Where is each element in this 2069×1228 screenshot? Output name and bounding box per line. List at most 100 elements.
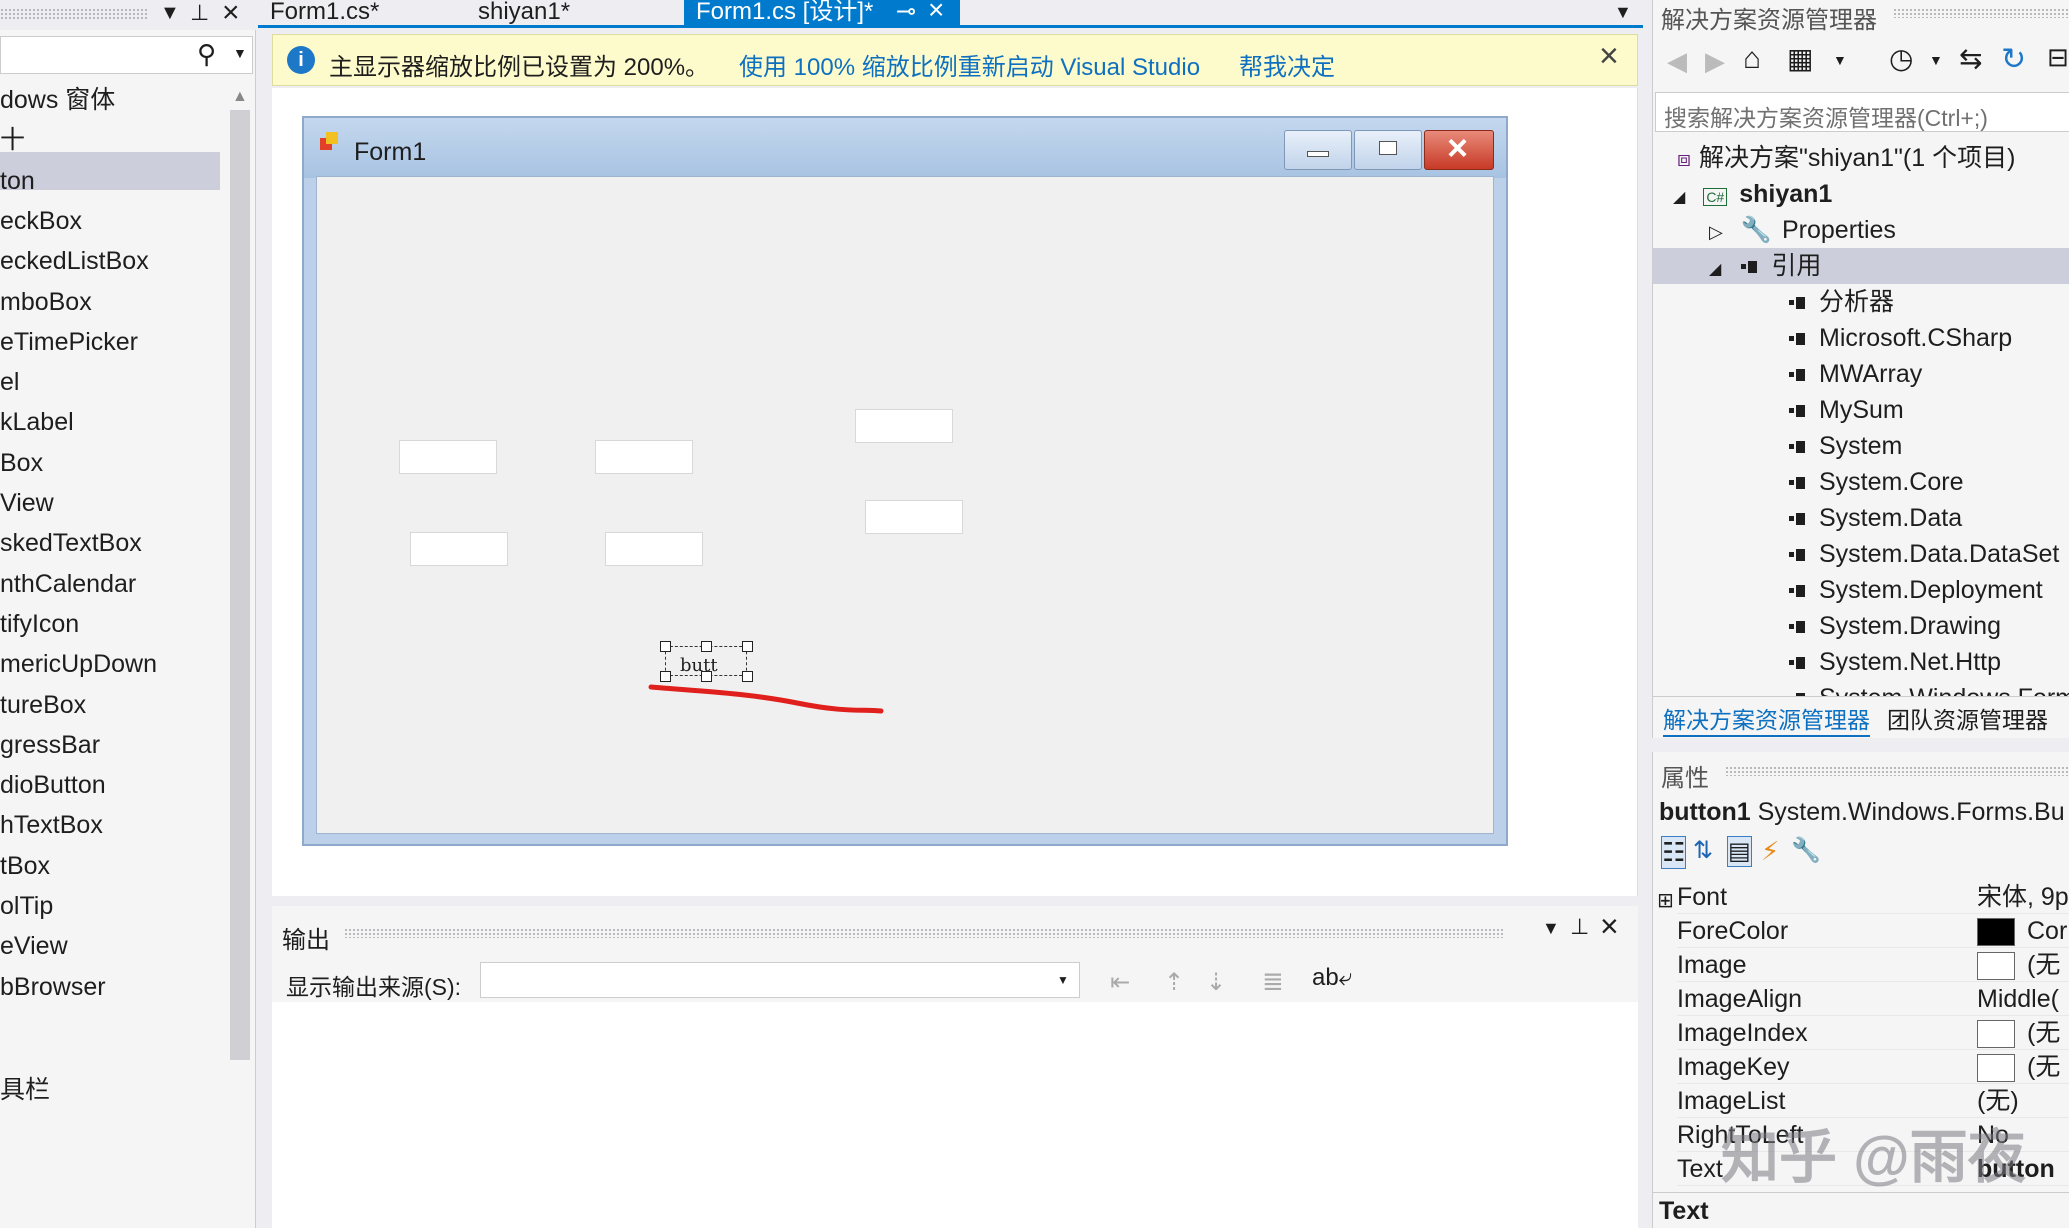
property-row[interactable]: ForeColor Cor	[1677, 914, 2069, 948]
resize-handle[interactable]	[701, 641, 712, 652]
help-decide-link[interactable]: 帮我决定	[1239, 47, 1335, 82]
textbox-6[interactable]	[865, 500, 963, 534]
close-window-button[interactable]: ×	[1424, 127, 1494, 170]
expand-plus-icon[interactable]: ⊞	[1657, 888, 1674, 913]
toolbox-item[interactable]: mboBox	[0, 284, 92, 320]
word-wrap-icon[interactable]: ab⤶	[1312, 964, 1352, 992]
toolbox-item[interactable]: tureBox	[0, 687, 86, 723]
solution-search-input[interactable]: 搜索解决方案资源管理器(Ctrl+;)	[1655, 92, 2069, 132]
clear-all-icon[interactable]: ≣	[1262, 966, 1284, 997]
close-icon[interactable]: ×	[1600, 908, 1619, 945]
resize-handle[interactable]	[660, 641, 671, 652]
toolbox-item[interactable]: View	[0, 485, 54, 521]
pin-icon[interactable]: ⊥	[1570, 914, 1589, 940]
toolbox-item[interactable]: 十	[0, 122, 25, 158]
tab-overflow-icon[interactable]: ▼	[1614, 2, 1632, 23]
textbox-2[interactable]	[595, 440, 693, 474]
close-icon[interactable]: ×	[928, 0, 944, 24]
tree-project[interactable]: ◢ C# shiyan1	[1673, 176, 1832, 212]
toolbox-item[interactable]: el	[0, 364, 19, 400]
pin-icon[interactable]: ⊸	[896, 0, 916, 24]
toolbox-item[interactable]: hTextBox	[0, 807, 103, 843]
sync-icon[interactable]: ⇆	[1959, 42, 1982, 75]
property-value[interactable]: 宋体, 9p	[1977, 880, 2069, 914]
textbox-5[interactable]	[605, 532, 703, 566]
tree-reference-item[interactable]: System.Data	[1789, 500, 1962, 536]
dropdown-arrow-icon[interactable]: ▼	[160, 2, 180, 25]
form-client-area[interactable]: butt	[316, 176, 1494, 834]
tab-form1-designer[interactable]: Form1.cs [设计]* ⊸ ×	[684, 0, 960, 27]
events-icon[interactable]: ⚡	[1761, 836, 1779, 867]
refresh-icon[interactable]: ↻	[2001, 42, 2026, 77]
toolbox-item[interactable]: nthCalendar	[0, 566, 136, 602]
toolbox-item[interactable]: ton	[0, 163, 35, 199]
tree-reference-item[interactable]: System.Net.Http	[1789, 644, 2001, 680]
resize-handle[interactable]	[742, 641, 753, 652]
chevron-down-icon[interactable]: ▼	[233, 45, 247, 61]
property-row[interactable]: ImageIndex (无	[1677, 1016, 2069, 1050]
textbox-3[interactable]	[855, 409, 953, 443]
property-value[interactable]: Cor	[1977, 914, 2067, 948]
form-window[interactable]: Form1 × butt	[302, 116, 1508, 846]
tree-reference-item[interactable]: MySum	[1789, 392, 1904, 428]
tree-reference-item[interactable]: System	[1789, 428, 1902, 464]
toolbox-item[interactable]: tifyIcon	[0, 606, 79, 642]
toolbox-item[interactable]: eckedListBox	[0, 243, 149, 279]
properties-object-selector[interactable]: button1 System.Windows.Forms.Bu	[1659, 798, 2065, 827]
toolbox-item[interactable]: dioButton	[0, 767, 106, 803]
toolbox-item[interactable]: eckBox	[0, 203, 82, 239]
toolbox-item[interactable]: bBrowser	[0, 969, 106, 1005]
tree-solution[interactable]: ⧈ 解决方案"shiyan1"(1 个项目)	[1677, 140, 2015, 176]
property-value[interactable]: (无	[1977, 1016, 2060, 1050]
toolbox-item[interactable]: mericUpDown	[0, 646, 157, 682]
tree-reference-item[interactable]: Microsoft.CSharp	[1789, 320, 2012, 356]
pin-icon[interactable]: ⊥	[190, 0, 209, 26]
tab-team-explorer[interactable]: 团队资源管理器	[1887, 701, 2048, 735]
toolbox-item[interactable]: tBox	[0, 848, 50, 884]
toolbox-scrollbar[interactable]	[230, 110, 250, 1060]
back-icon[interactable]: ◀	[1667, 46, 1687, 77]
pending-changes-icon[interactable]: ◷	[1889, 42, 1913, 75]
textbox-1[interactable]	[399, 440, 497, 474]
tab-shiyan1[interactable]: shiyan1*	[466, 0, 582, 27]
minimize-button[interactable]	[1284, 130, 1352, 170]
toolbox-item[interactable]: eTimePicker	[0, 324, 138, 360]
tree-references[interactable]: ◢ 引用	[1709, 248, 1821, 284]
output-source-select[interactable]: ▼	[480, 962, 1080, 998]
close-icon[interactable]: ×	[222, 0, 240, 30]
collapsed-triangle-icon[interactable]: ▷	[1709, 222, 1723, 242]
prev-message-icon[interactable]: ⇡	[1164, 968, 1184, 997]
alphabetical-icon[interactable]: ⇅	[1693, 836, 1713, 865]
restart-scaling-link[interactable]: 使用 100% 缩放比例重新启动 Visual Studio	[739, 47, 1200, 82]
property-value[interactable]: Middle(	[1977, 982, 2059, 1016]
output-body[interactable]	[272, 1002, 1638, 1228]
property-pages-icon[interactable]: 🔧	[1791, 836, 1821, 865]
toolbox-item[interactable]: skedTextBox	[0, 525, 142, 561]
tab-form1-cs[interactable]: Form1.cs*	[258, 0, 391, 27]
scroll-up-icon[interactable]: ▲	[232, 88, 248, 106]
maximize-button[interactable]	[1354, 130, 1422, 170]
toolbox-item[interactable]: Box	[0, 445, 43, 481]
toolbox-item[interactable]: 具栏	[0, 1072, 50, 1108]
chevron-down-icon[interactable]: ▼	[1833, 52, 1847, 68]
switch-view-icon[interactable]: ▦	[1787, 42, 1813, 75]
tree-reference-item[interactable]: System.Core	[1789, 464, 1963, 500]
tree-properties[interactable]: ▷ 🔧 Properties	[1709, 212, 1896, 248]
property-value[interactable]: (无	[1977, 948, 2060, 982]
home-icon[interactable]: ⌂	[1743, 42, 1761, 76]
categorized-icon[interactable]: ☷	[1661, 836, 1687, 869]
expanded-triangle-icon[interactable]: ◢	[1673, 189, 1685, 206]
forward-icon[interactable]: ▶	[1705, 46, 1725, 77]
property-row[interactable]: Image (无	[1677, 948, 2069, 982]
tree-reference-item[interactable]: System.Drawing	[1789, 608, 2001, 644]
tree-reference-item[interactable]: 分析器	[1789, 284, 1894, 320]
toolbox-item[interactable]: dows 窗体	[0, 82, 115, 118]
property-value[interactable]: (无	[1977, 1050, 2060, 1084]
tree-reference-item[interactable]: MWArray	[1789, 356, 1922, 392]
tree-reference-item[interactable]: System.Data.DataSet	[1789, 536, 2059, 572]
expanded-triangle-icon[interactable]: ◢	[1709, 261, 1721, 278]
tab-solution-explorer[interactable]: 解决方案资源管理器	[1663, 701, 1870, 737]
close-icon[interactable]: ×	[1599, 37, 1619, 76]
dropdown-arrow-icon[interactable]: ▼	[1542, 918, 1560, 939]
tree-reference-item[interactable]: System.Deployment	[1789, 572, 2043, 608]
